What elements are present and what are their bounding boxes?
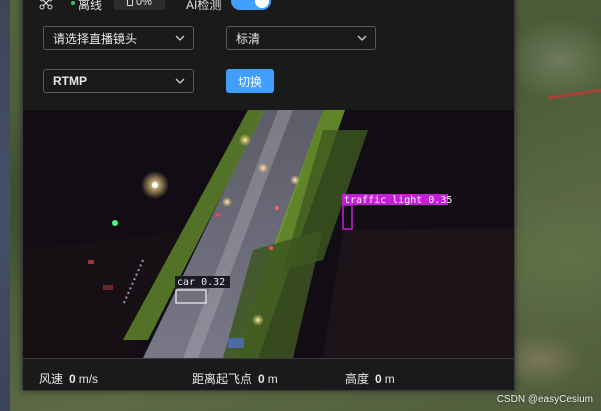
battery-indicator: 0% bbox=[114, 0, 165, 10]
detection-label-car: car 0.32 bbox=[177, 277, 225, 288]
chevron-down-icon bbox=[175, 78, 185, 84]
altitude-value: 0 bbox=[375, 372, 382, 386]
toggle-knob bbox=[255, 0, 269, 8]
drone-icon bbox=[39, 0, 53, 10]
connection-status-dot bbox=[71, 1, 75, 5]
chevron-down-icon bbox=[175, 35, 185, 41]
wind-speed-label: 风速 bbox=[39, 372, 64, 386]
wind-speed-unit: m/s bbox=[78, 372, 99, 386]
distance-label: 距离起飞点 bbox=[192, 372, 253, 386]
camera-select[interactable]: 请选择直播镜头 bbox=[43, 26, 194, 50]
altitude-label: 高度 bbox=[345, 372, 370, 386]
battery-level: 0% bbox=[136, 0, 152, 8]
wind-speed-value: 0 bbox=[69, 372, 76, 386]
live-video-feed[interactable]: traffic light 0.35 car 0.32 bbox=[23, 110, 514, 358]
protocol-select[interactable]: RTMP bbox=[43, 69, 194, 93]
wind-speed-stat: 风速 0 m/s bbox=[39, 370, 98, 387]
quality-select-value: 标清 bbox=[236, 31, 261, 46]
live-stream-panel: 离线 0% AI检测 请选择直播镜头 标清 RTMP 切换 traffic li… bbox=[22, 0, 515, 391]
distance-stat: 距离起飞点 0 m bbox=[192, 370, 278, 387]
ai-detect-label: AI检测 bbox=[186, 0, 222, 12]
map-edge bbox=[0, 0, 10, 411]
detection-label-traffic-light: traffic light 0.35 bbox=[344, 195, 452, 206]
video-frame: traffic light 0.35 car 0.32 bbox=[23, 110, 514, 358]
watermark: CSDN @easyCesium bbox=[496, 394, 593, 405]
ai-detect-toggle[interactable] bbox=[231, 0, 271, 10]
quality-select[interactable]: 标清 bbox=[226, 26, 376, 50]
status-bar: 离线 0% AI检测 bbox=[23, 0, 514, 13]
distance-value: 0 bbox=[258, 372, 265, 386]
camera-select-value: 请选择直播镜头 bbox=[53, 31, 138, 46]
battery-icon bbox=[127, 0, 134, 6]
chevron-down-icon bbox=[357, 35, 367, 41]
altitude-unit: m bbox=[384, 372, 395, 386]
altitude-stat: 高度 0 m bbox=[345, 370, 395, 387]
telemetry-bar: 风速 0 m/s 距离起飞点 0 m 高度 0 m bbox=[23, 358, 514, 392]
connection-status: 离线 bbox=[78, 0, 103, 12]
distance-unit: m bbox=[267, 372, 278, 386]
switch-stream-button[interactable]: 切换 bbox=[226, 69, 274, 93]
protocol-select-value: RTMP bbox=[53, 74, 87, 88]
